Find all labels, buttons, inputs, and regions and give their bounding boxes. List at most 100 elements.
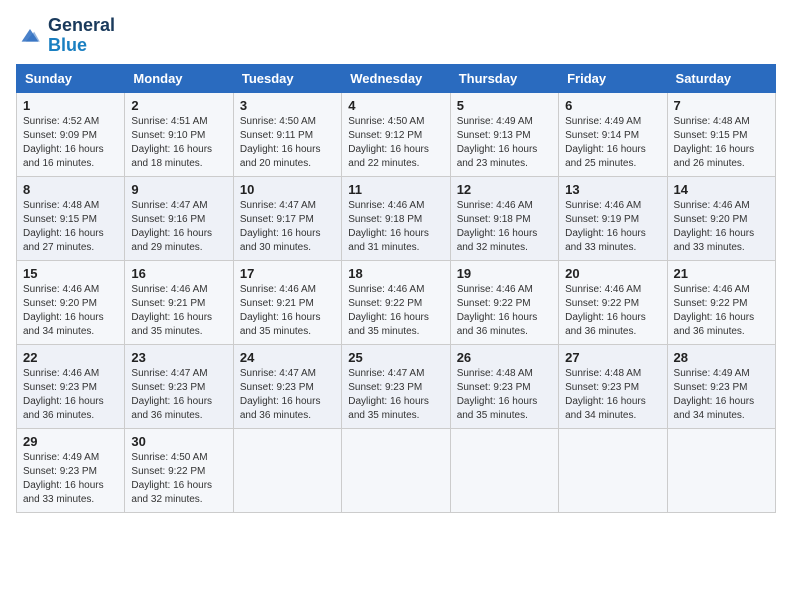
- calendar-cell: 13Sunrise: 4:46 AM Sunset: 9:19 PM Dayli…: [559, 176, 667, 260]
- calendar-cell: 9 Sunrise: 4:47 AM Sunset: 9:16 PM Daylig…: [125, 176, 233, 260]
- day-info: Sunrise: 4:46 AM Sunset: 9:23 PM Dayligh…: [23, 367, 118, 423]
- page-header: GeneralBlue: [16, 16, 776, 56]
- calendar-cell: 11 Sunrise: 4:46 AM Sunset: 9:18 PM Dayli…: [342, 176, 450, 260]
- calendar-cell: 25 Sunrise: 4:47 AM Sunset: 9:23 PM Dayli…: [342, 344, 450, 428]
- calendar-cell: 10Sunrise: 4:47 AM Sunset: 9:17 PM Dayli…: [233, 176, 341, 260]
- calendar-cell: 26Sunrise: 4:48 AM Sunset: 9:23 PM Dayli…: [450, 344, 558, 428]
- calendar-cell: 12Sunrise: 4:46 AM Sunset: 9:18 PM Dayli…: [450, 176, 558, 260]
- calendar-cell: [559, 428, 667, 512]
- day-number: 21: [674, 266, 769, 281]
- day-info: Sunrise: 4:48 AM Sunset: 9:15 PM Dayligh…: [23, 199, 118, 255]
- day-info: Sunrise: 4:46 AM Sunset: 9:20 PM Dayligh…: [23, 283, 118, 339]
- week-row-3: 15 Sunrise: 4:46 AM Sunset: 9:20 PM Dayli…: [17, 260, 776, 344]
- day-number: 25: [348, 350, 443, 365]
- week-row-1: 1 Sunrise: 4:52 AM Sunset: 9:09 PM Daylig…: [17, 92, 776, 176]
- day-info: Sunrise: 4:46 AM Sunset: 9:22 PM Dayligh…: [348, 283, 443, 339]
- calendar-cell: 4 Sunrise: 4:50 AM Sunset: 9:12 PM Daylig…: [342, 92, 450, 176]
- day-number: 7: [674, 98, 769, 113]
- day-info: Sunrise: 4:49 AM Sunset: 9:13 PM Dayligh…: [457, 115, 552, 171]
- calendar-cell: 29 Sunrise: 4:49 AM Sunset: 9:23 PM Dayli…: [17, 428, 125, 512]
- day-info: Sunrise: 4:46 AM Sunset: 9:18 PM Dayligh…: [457, 199, 552, 255]
- day-info: Sunrise: 4:50 AM Sunset: 9:12 PM Dayligh…: [348, 115, 443, 171]
- day-number: 2: [131, 98, 226, 113]
- day-info: Sunrise: 4:46 AM Sunset: 9:22 PM Dayligh…: [674, 283, 769, 339]
- weekday-header-sunday: Sunday: [17, 64, 125, 92]
- weekday-header-row: SundayMondayTuesdayWednesdayThursdayFrid…: [17, 64, 776, 92]
- day-number: 8: [23, 182, 118, 197]
- day-number: 27: [565, 350, 660, 365]
- day-info: Sunrise: 4:51 AM Sunset: 9:10 PM Dayligh…: [131, 115, 226, 171]
- calendar-cell: [450, 428, 558, 512]
- day-info: Sunrise: 4:46 AM Sunset: 9:22 PM Dayligh…: [565, 283, 660, 339]
- weekday-header-monday: Monday: [125, 64, 233, 92]
- day-info: Sunrise: 4:52 AM Sunset: 9:09 PM Dayligh…: [23, 115, 118, 171]
- day-number: 17: [240, 266, 335, 281]
- day-number: 23: [131, 350, 226, 365]
- day-info: Sunrise: 4:46 AM Sunset: 9:21 PM Dayligh…: [131, 283, 226, 339]
- day-info: Sunrise: 4:47 AM Sunset: 9:23 PM Dayligh…: [240, 367, 335, 423]
- calendar-cell: 5 Sunrise: 4:49 AM Sunset: 9:13 PM Daylig…: [450, 92, 558, 176]
- day-number: 4: [348, 98, 443, 113]
- day-number: 20: [565, 266, 660, 281]
- day-number: 18: [348, 266, 443, 281]
- day-number: 19: [457, 266, 552, 281]
- calendar-cell: [342, 428, 450, 512]
- day-info: Sunrise: 4:46 AM Sunset: 9:20 PM Dayligh…: [674, 199, 769, 255]
- day-info: Sunrise: 4:48 AM Sunset: 9:23 PM Dayligh…: [457, 367, 552, 423]
- day-number: 10: [240, 182, 335, 197]
- day-info: Sunrise: 4:46 AM Sunset: 9:22 PM Dayligh…: [457, 283, 552, 339]
- day-number: 11: [348, 182, 443, 197]
- day-info: Sunrise: 4:50 AM Sunset: 9:22 PM Dayligh…: [131, 451, 226, 507]
- calendar-cell: 30 Sunrise: 4:50 AM Sunset: 9:22 PM Dayli…: [125, 428, 233, 512]
- weekday-header-thursday: Thursday: [450, 64, 558, 92]
- day-number: 3: [240, 98, 335, 113]
- calendar-cell: 8 Sunrise: 4:48 AM Sunset: 9:15 PM Daylig…: [17, 176, 125, 260]
- logo: GeneralBlue: [16, 16, 115, 56]
- weekday-header-tuesday: Tuesday: [233, 64, 341, 92]
- calendar-cell: 18 Sunrise: 4:46 AM Sunset: 9:22 PM Dayli…: [342, 260, 450, 344]
- calendar-cell: 24 Sunrise: 4:47 AM Sunset: 9:23 PM Dayli…: [233, 344, 341, 428]
- weekday-header-friday: Friday: [559, 64, 667, 92]
- day-number: 15: [23, 266, 118, 281]
- logo-icon: [16, 22, 44, 50]
- day-info: Sunrise: 4:48 AM Sunset: 9:15 PM Dayligh…: [674, 115, 769, 171]
- day-info: Sunrise: 4:46 AM Sunset: 9:18 PM Dayligh…: [348, 199, 443, 255]
- day-info: Sunrise: 4:49 AM Sunset: 9:14 PM Dayligh…: [565, 115, 660, 171]
- day-number: 22: [23, 350, 118, 365]
- day-info: Sunrise: 4:50 AM Sunset: 9:11 PM Dayligh…: [240, 115, 335, 171]
- calendar-cell: [667, 428, 775, 512]
- calendar-cell: 23 Sunrise: 4:47 AM Sunset: 9:23 PM Dayli…: [125, 344, 233, 428]
- logo-text: GeneralBlue: [48, 16, 115, 56]
- calendar-cell: 19 Sunrise: 4:46 AM Sunset: 9:22 PM Dayli…: [450, 260, 558, 344]
- calendar-cell: 3 Sunrise: 4:50 AM Sunset: 9:11 PM Daylig…: [233, 92, 341, 176]
- calendar-table: SundayMondayTuesdayWednesdayThursdayFrid…: [16, 64, 776, 513]
- calendar-cell: 20 Sunrise: 4:46 AM Sunset: 9:22 PM Dayli…: [559, 260, 667, 344]
- day-number: 24: [240, 350, 335, 365]
- day-number: 6: [565, 98, 660, 113]
- calendar-cell: 7 Sunrise: 4:48 AM Sunset: 9:15 PM Daylig…: [667, 92, 775, 176]
- day-info: Sunrise: 4:47 AM Sunset: 9:23 PM Dayligh…: [131, 367, 226, 423]
- day-info: Sunrise: 4:47 AM Sunset: 9:23 PM Dayligh…: [348, 367, 443, 423]
- calendar-cell: 15 Sunrise: 4:46 AM Sunset: 9:20 PM Dayli…: [17, 260, 125, 344]
- calendar-cell: 28Sunrise: 4:49 AM Sunset: 9:23 PM Dayli…: [667, 344, 775, 428]
- day-number: 1: [23, 98, 118, 113]
- day-number: 30: [131, 434, 226, 449]
- day-info: Sunrise: 4:46 AM Sunset: 9:21 PM Dayligh…: [240, 283, 335, 339]
- day-info: Sunrise: 4:46 AM Sunset: 9:19 PM Dayligh…: [565, 199, 660, 255]
- day-number: 28: [674, 350, 769, 365]
- calendar-cell: 16Sunrise: 4:46 AM Sunset: 9:21 PM Dayli…: [125, 260, 233, 344]
- day-info: Sunrise: 4:47 AM Sunset: 9:16 PM Dayligh…: [131, 199, 226, 255]
- day-number: 9: [131, 182, 226, 197]
- day-info: Sunrise: 4:49 AM Sunset: 9:23 PM Dayligh…: [23, 451, 118, 507]
- calendar-cell: 17 Sunrise: 4:46 AM Sunset: 9:21 PM Dayli…: [233, 260, 341, 344]
- day-number: 29: [23, 434, 118, 449]
- day-number: 14: [674, 182, 769, 197]
- calendar-cell: 22 Sunrise: 4:46 AM Sunset: 9:23 PM Dayli…: [17, 344, 125, 428]
- calendar-cell: [233, 428, 341, 512]
- calendar-cell: 21 Sunrise: 4:46 AM Sunset: 9:22 PM Dayli…: [667, 260, 775, 344]
- calendar-cell: 14 Sunrise: 4:46 AM Sunset: 9:20 PM Dayli…: [667, 176, 775, 260]
- week-row-4: 22 Sunrise: 4:46 AM Sunset: 9:23 PM Dayli…: [17, 344, 776, 428]
- day-number: 5: [457, 98, 552, 113]
- week-row-5: 29 Sunrise: 4:49 AM Sunset: 9:23 PM Dayli…: [17, 428, 776, 512]
- weekday-header-wednesday: Wednesday: [342, 64, 450, 92]
